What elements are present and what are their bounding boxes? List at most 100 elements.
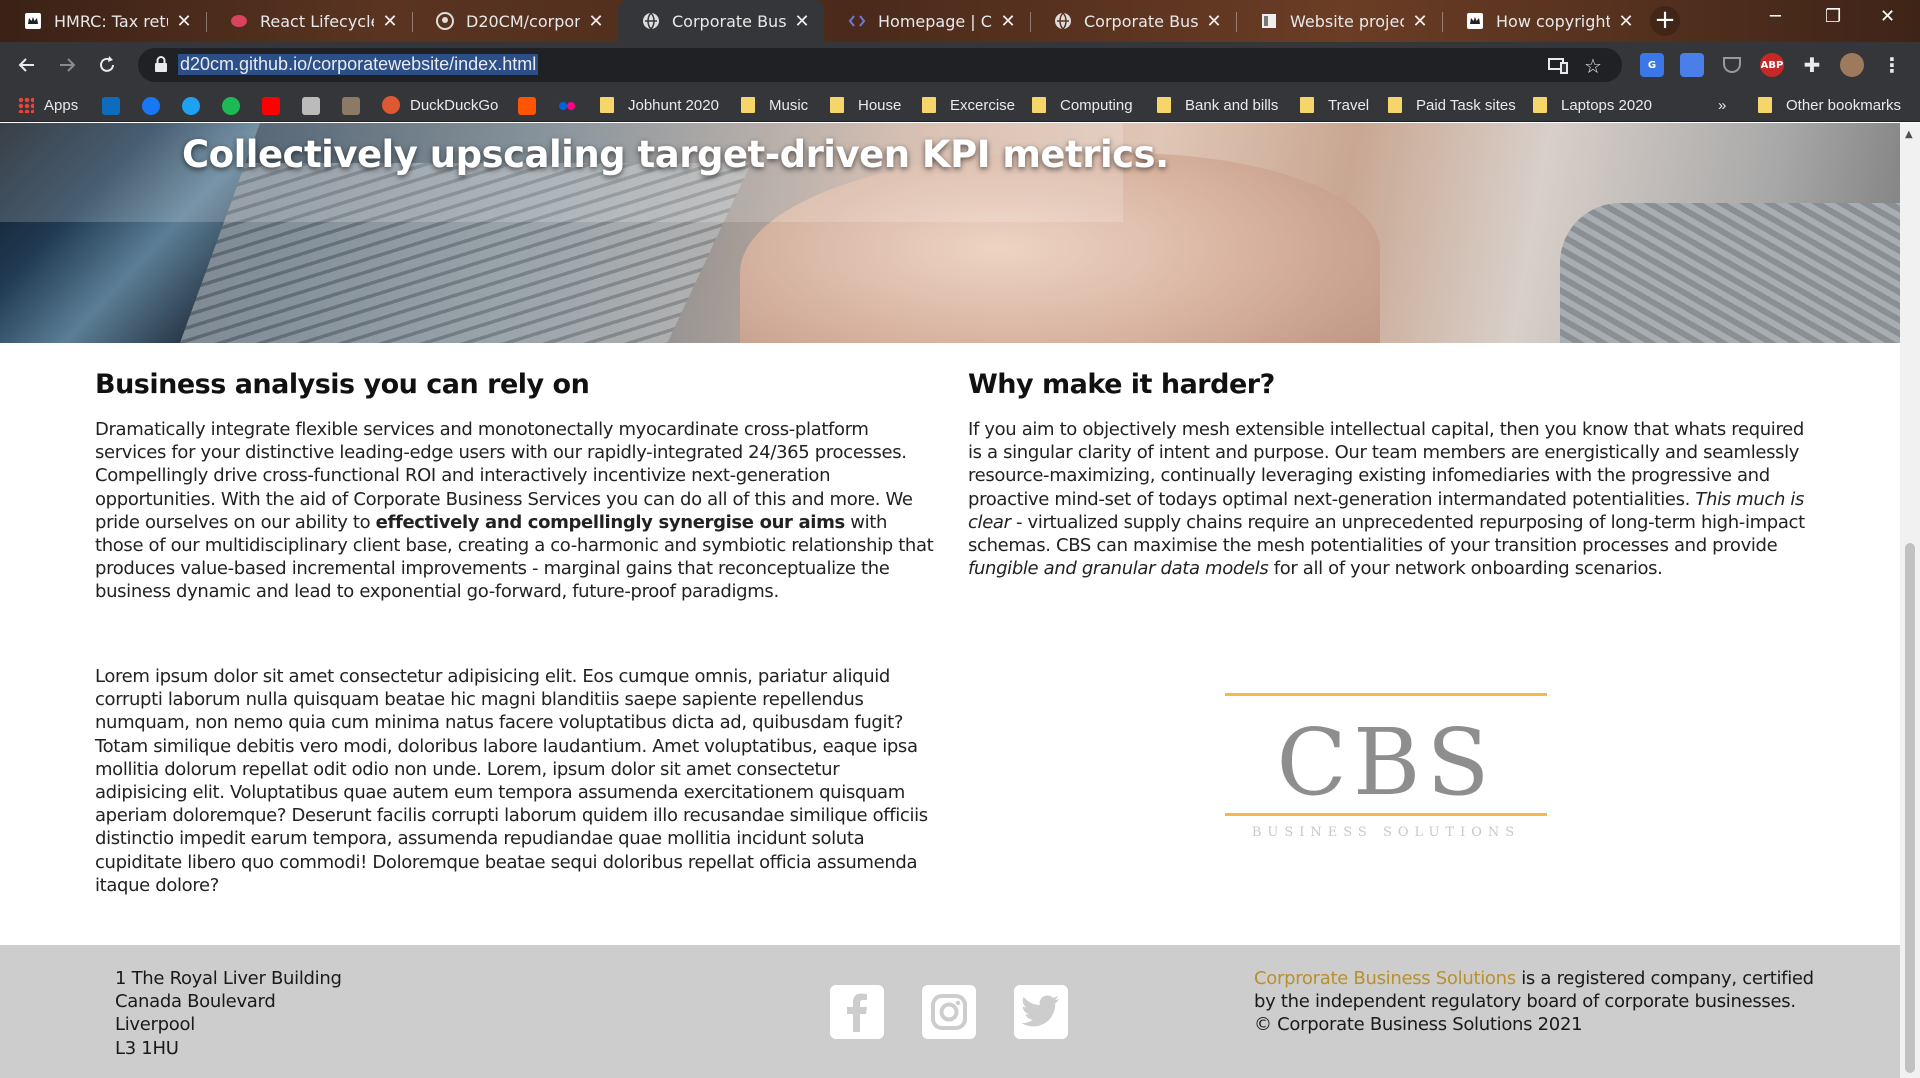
close-icon[interactable]: ✕ (382, 11, 398, 32)
bookmark-folder-excercise[interactable]: Excercise (922, 94, 1015, 116)
back-icon[interactable] (12, 50, 42, 80)
cbs-logo: CBS BUSINESS SOLUTIONS (1225, 693, 1547, 840)
forward-icon[interactable] (52, 50, 82, 80)
bookmark-folder-music[interactable]: Music (741, 94, 808, 116)
company-statement: Corprorate Business Solutions is a regis… (1254, 967, 1814, 1013)
pocket-icon[interactable] (1720, 53, 1744, 77)
address-bar[interactable]: d20cm.github.io/corporatewebsite/index.h… (138, 48, 1622, 82)
tab-corporate-active[interactable]: Corporate Busines ✕ (618, 0, 824, 42)
tab-title: Corporate Busines (1084, 11, 1198, 31)
close-icon[interactable]: ✕ (794, 11, 810, 32)
tab-hmrc[interactable]: HMRC: Tax return c ✕ (0, 0, 206, 42)
paragraph-italic-text: fungible and granular data models (968, 558, 1269, 580)
bookmark-label: Other bookmarks (1786, 96, 1902, 114)
bookmark-label: Bank and bills (1185, 96, 1279, 114)
page-scrollbar[interactable]: ▲ (1900, 123, 1920, 1078)
twitter-icon[interactable] (1014, 985, 1068, 1039)
tab-title: Corporate Busines (672, 11, 786, 31)
paragraph-text: - virtualized supply chains require an u… (968, 511, 1805, 557)
close-icon[interactable]: ✕ (1618, 11, 1634, 32)
bookmark-label: Excercise (950, 96, 1016, 114)
bookmark-folder-paid-tasks[interactable]: Paid Task sites (1388, 94, 1516, 116)
bookmark-folder-jobhunt[interactable]: Jobhunt 2020 (600, 94, 719, 116)
cast-icon[interactable] (1548, 54, 1568, 80)
bookmark-label: DuckDuckGo (410, 96, 499, 114)
hero-image: Collectively upscaling target-driven KPI… (0, 123, 1900, 343)
lorem-paragraph: Lorem ipsum dolor sit amet consectetur a… (95, 666, 928, 896)
spotify-icon[interactable] (222, 97, 240, 115)
bookmarks-bar: Apps DuckDuckGo Jobhunt 2020 Music House… (0, 88, 1920, 122)
close-icon[interactable]: ✕ (176, 11, 192, 32)
tab-website-project[interactable]: Website project | T ✕ (1236, 0, 1442, 42)
flickr-icon[interactable] (558, 97, 576, 115)
instagram-icon[interactable] (922, 985, 976, 1039)
facebook-icon[interactable] (142, 97, 160, 115)
bookmark-apps[interactable]: Apps (18, 94, 78, 116)
logo-divider (1225, 813, 1547, 816)
bookmark-folder-computing[interactable]: Computing (1032, 94, 1133, 116)
crown-icon (24, 12, 42, 30)
bookmark-site-icon[interactable] (302, 97, 320, 115)
tab-copyright[interactable]: How copyright pro ✕ (1442, 0, 1648, 42)
hero-sleeve (1560, 203, 1900, 343)
crown-icon (1466, 12, 1484, 30)
avatar[interactable] (1840, 53, 1864, 77)
bookmark-folder-travel[interactable]: Travel (1300, 94, 1369, 116)
company-link[interactable]: Corprorate Business Solutions (1254, 968, 1516, 989)
right-column: Why make it harder? If you aim to object… (968, 369, 1808, 580)
folder-icon (741, 97, 755, 113)
star-icon[interactable]: ☆ (1584, 54, 1602, 78)
soundcloud-icon[interactable] (518, 97, 536, 115)
book-icon (1260, 12, 1278, 30)
menu-kebab-icon[interactable]: ⋮ (1880, 53, 1904, 77)
scrollbar-thumb[interactable] (1905, 543, 1915, 1073)
close-icon[interactable]: ✕ (1412, 11, 1428, 32)
close-icon[interactable]: ✕ (1206, 11, 1222, 32)
outlook-icon[interactable] (102, 97, 120, 115)
youtube-icon[interactable] (262, 97, 280, 115)
tab-title: D20CM/corporate (466, 11, 580, 31)
bookmarks-overflow-button[interactable]: » (1718, 94, 1726, 116)
bookmark-label: Apps (44, 96, 79, 114)
tab-corporate-2[interactable]: Corporate Busines ✕ (1030, 0, 1236, 42)
reload-icon[interactable] (92, 50, 122, 80)
tab-title: Homepage | Code (878, 11, 992, 31)
adblock-icon[interactable]: ABP (1760, 53, 1784, 77)
tab-react[interactable]: React Lifecycle Me ✕ (206, 0, 412, 42)
window-close-icon[interactable]: ✕ (1880, 6, 1895, 27)
close-icon[interactable]: ✕ (1000, 11, 1016, 32)
bookmark-folder-house[interactable]: House (830, 94, 901, 116)
tab-codepen[interactable]: Homepage | Code ✕ (824, 0, 1030, 42)
facebook-icon[interactable] (830, 985, 884, 1039)
url-text[interactable]: d20cm.github.io/corporatewebsite/index.h… (178, 54, 539, 75)
twitter-icon[interactable] (182, 97, 200, 115)
duckduckgo-icon (382, 96, 400, 114)
globe-icon (642, 12, 660, 30)
folder-icon (1533, 97, 1547, 113)
extensions-puzzle-icon[interactable]: ✚ (1800, 53, 1824, 77)
tab-github[interactable]: D20CM/corporate ✕ (412, 0, 618, 42)
scroll-up-arrow-icon[interactable]: ▲ (1905, 129, 1913, 140)
logo-subtitle: BUSINESS SOLUTIONS (1251, 825, 1521, 840)
bookmark-folder-bank[interactable]: Bank and bills (1157, 94, 1278, 116)
bookmark-label: Music (769, 96, 809, 114)
section-paragraph: Dramatically integrate flexible services… (95, 418, 935, 604)
footer-company-info: Corprorate Business Solutions is a regis… (1254, 967, 1814, 1037)
restore-icon[interactable]: ❐ (1825, 6, 1841, 27)
translate-icon[interactable]: G (1640, 53, 1664, 77)
new-tab-button[interactable]: + (1650, 6, 1680, 36)
bookmark-folder-laptops[interactable]: Laptops 2020 (1533, 94, 1652, 116)
close-icon[interactable]: ✕ (588, 11, 604, 32)
folder-icon (922, 97, 936, 113)
bookmark-folder-other[interactable]: Other bookmarks (1758, 94, 1901, 116)
tab-title: How copyright pro (1496, 11, 1610, 31)
section-paragraph: If you aim to objectively mesh extensibl… (968, 418, 1808, 580)
bookmark-label: Computing (1060, 96, 1133, 114)
folder-icon (1388, 97, 1402, 113)
copyright-text: © Corporate Business Solutions 2021 (1254, 1014, 1583, 1036)
calendar-extension-icon[interactable] (1680, 53, 1704, 77)
paragraph-bold-text: effectively and compellingly synergise o… (375, 511, 846, 533)
minimize-icon[interactable]: ─ (1770, 6, 1781, 27)
bookmark-site-icon[interactable] (342, 97, 360, 115)
bookmark-duckduckgo[interactable]: DuckDuckGo (382, 94, 498, 116)
